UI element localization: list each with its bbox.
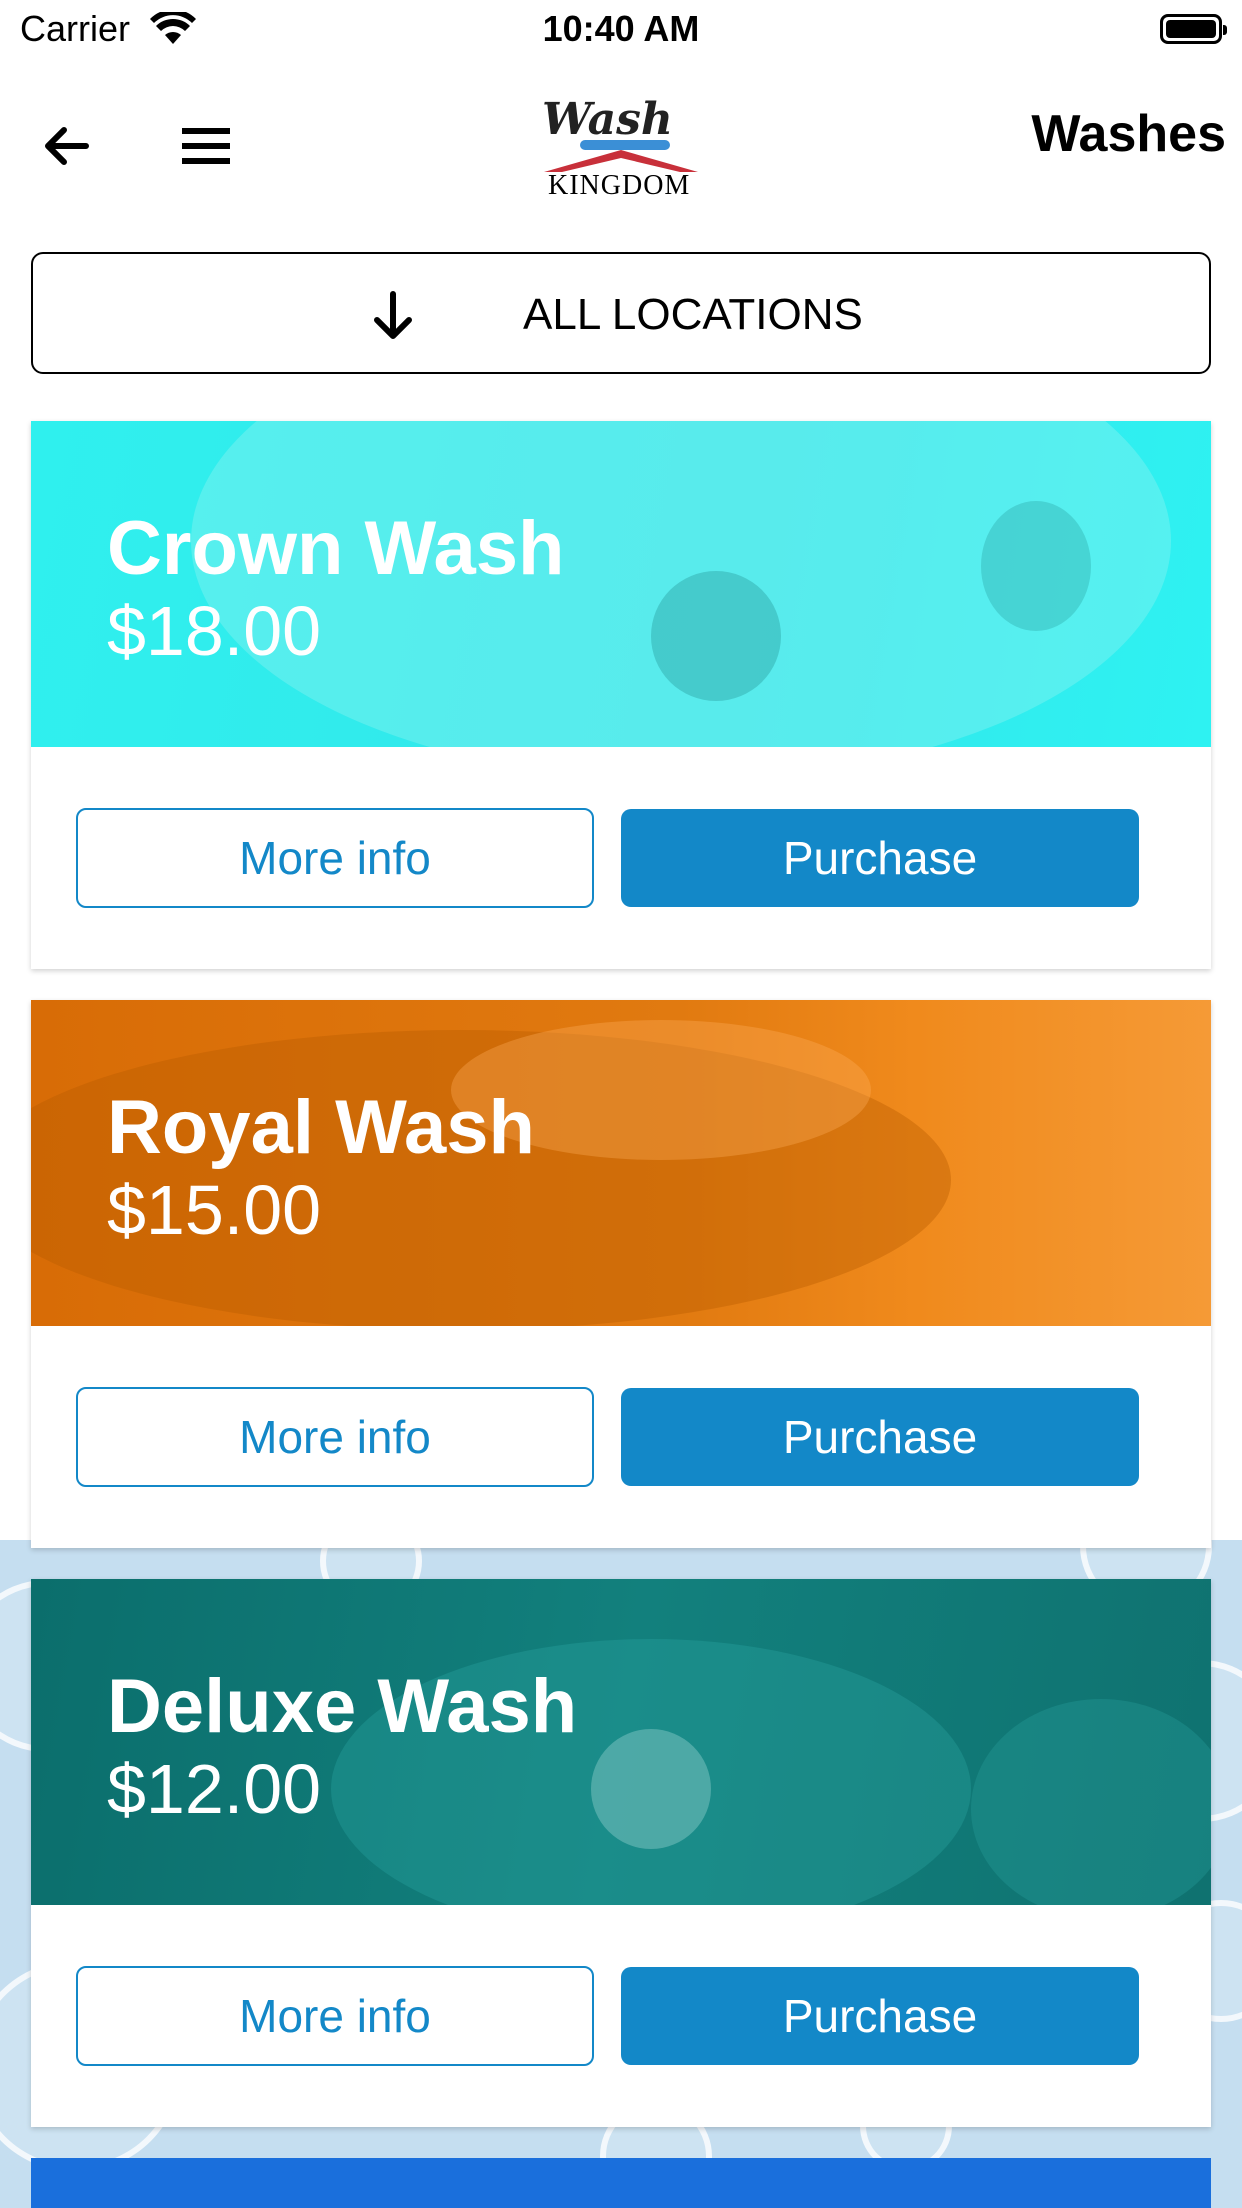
wash-price: $15.00 — [107, 1171, 322, 1249]
purchase-button[interactable]: Purchase — [621, 1388, 1139, 1486]
purchase-button[interactable]: Purchase — [621, 1967, 1139, 2065]
locations-label: ALL LOCATIONS — [523, 290, 863, 339]
logo-roof-icon — [544, 140, 698, 172]
more-info-button[interactable]: More info — [76, 1966, 594, 2066]
wash-card-deluxe: Deluxe Wash $12.00 More info Purchase — [31, 1579, 1211, 2127]
wash-hero-image: Deluxe Wash $12.00 — [31, 1579, 1211, 1905]
more-info-button[interactable]: More info — [76, 1387, 594, 1487]
wash-kingdom-logo: Wash KINGDOM — [536, 94, 706, 202]
locations-selector[interactable]: ALL LOCATIONS — [31, 252, 1211, 374]
wash-card-royal: Royal Wash $15.00 More info Purchase — [31, 1000, 1211, 1548]
battery-icon — [1160, 14, 1227, 44]
more-info-button[interactable]: More info — [76, 808, 594, 908]
arrow-down-icon — [374, 291, 412, 339]
wash-title: Deluxe Wash — [107, 1664, 578, 1749]
wash-hero-image: Royal Wash $15.00 — [31, 1000, 1211, 1326]
navigation-bar: Wash KINGDOM Washes — [0, 80, 1242, 210]
page-title: Washes — [1031, 105, 1226, 163]
wash-title: Crown Wash — [107, 506, 565, 591]
hamburger-menu-icon[interactable] — [178, 118, 234, 174]
wash-price: $12.00 — [107, 1750, 322, 1828]
wash-card-crown: Crown Wash $18.00 More info Purchase — [31, 421, 1211, 969]
status-bar: Carrier 10:40 AM — [0, 0, 1242, 60]
purchase-button[interactable]: Purchase — [621, 809, 1139, 907]
status-time: 10:40 AM — [542, 8, 700, 49]
arrow-left-icon[interactable] — [36, 116, 96, 176]
logo-text: KINGDOM — [548, 170, 691, 201]
wash-title: Royal Wash — [107, 1085, 535, 1170]
wash-hero-image: Crown Wash $18.00 — [31, 421, 1211, 747]
wash-price: $18.00 — [107, 592, 322, 670]
next-wash-card-peek — [31, 2158, 1211, 2208]
